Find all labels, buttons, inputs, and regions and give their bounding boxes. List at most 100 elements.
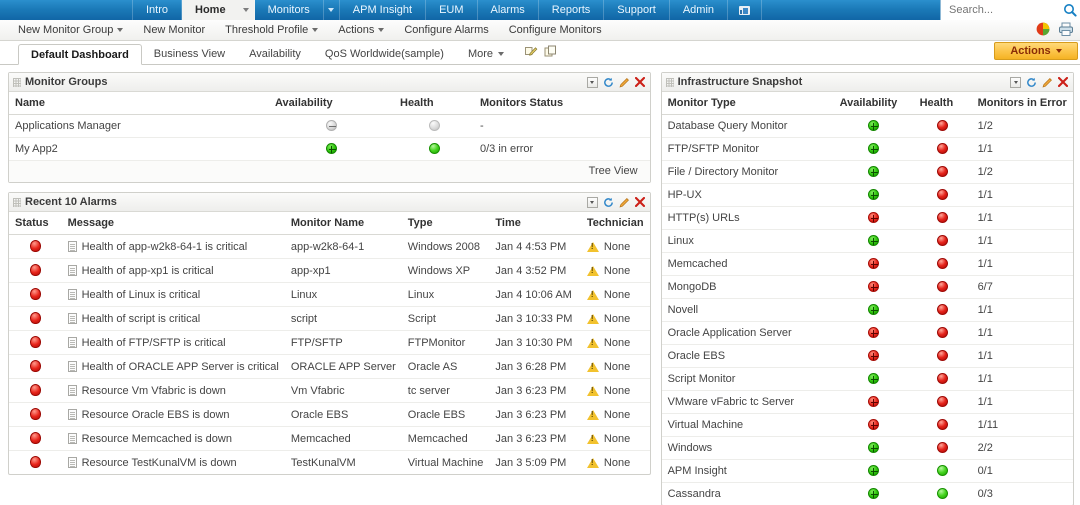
annotation-icon[interactable]: [68, 241, 77, 252]
annotation-icon[interactable]: [68, 289, 77, 300]
new-dashboard-icon[interactable]: [544, 45, 557, 61]
annotation-icon[interactable]: [68, 409, 77, 420]
monitor-type[interactable]: Cassandra: [662, 483, 834, 505]
monitor-type[interactable]: Windows: [662, 437, 834, 460]
table-row[interactable]: Health of Linux is criticalLinuxLinuxJan…: [9, 283, 650, 307]
annotation-icon[interactable]: [68, 361, 77, 372]
alarm-monitor-name[interactable]: app-w2k8-64-1: [285, 235, 402, 259]
drag-handle-icon[interactable]: [13, 198, 21, 207]
alarm-message[interactable]: Resource Memcached is down: [62, 427, 285, 451]
alarm-message[interactable]: Resource TestKunalVM is down: [62, 451, 285, 475]
search-input[interactable]: [947, 3, 1059, 17]
toolbar-item-actions[interactable]: Actions: [328, 20, 394, 41]
table-row[interactable]: Novell1/1: [662, 299, 1073, 322]
drag-handle-icon[interactable]: [666, 78, 674, 87]
table-row[interactable]: Resource TestKunalVM is downTestKunalVMV…: [9, 451, 650, 475]
tab-more[interactable]: More: [456, 44, 516, 64]
search-icon[interactable]: [1059, 0, 1080, 20]
table-row[interactable]: VMware vFabric tc Server1/1: [662, 391, 1073, 414]
toolbar-item-configure-alarms[interactable]: Configure Alarms: [394, 20, 498, 41]
alarm-monitor-name[interactable]: Oracle EBS: [285, 403, 402, 427]
edit-icon[interactable]: [1042, 77, 1053, 88]
monitor-type[interactable]: HTTP(s) URLs: [662, 207, 834, 230]
nav-item-reports[interactable]: Reports: [539, 0, 605, 20]
table-row[interactable]: Virtual Machine1/11: [662, 414, 1073, 437]
nav-item-support[interactable]: Support: [604, 0, 670, 20]
nav-caret-monitors[interactable]: [324, 0, 340, 20]
nav-item-monitors[interactable]: Monitors: [255, 0, 324, 20]
alarm-message[interactable]: Health of ORACLE APP Server is critical: [62, 355, 285, 379]
table-row[interactable]: Health of script is criticalscriptScript…: [9, 307, 650, 331]
table-row[interactable]: Health of app-w2k8-64-1 is criticalapp-w…: [9, 235, 650, 259]
table-row[interactable]: HP-UX1/1: [662, 184, 1073, 207]
alarm-monitor-name[interactable]: FTP/SFTP: [285, 331, 402, 355]
table-row[interactable]: Oracle EBS1/1: [662, 345, 1073, 368]
alarm-monitor-name[interactable]: Vm Vfabric: [285, 379, 402, 403]
table-row[interactable]: File / Directory Monitor1/2: [662, 161, 1073, 184]
monitor-type[interactable]: Linux: [662, 230, 834, 253]
table-row[interactable]: Resource Memcached is downMemcachedMemca…: [9, 427, 650, 451]
alarm-message[interactable]: Resource Oracle EBS is down: [62, 403, 285, 427]
collapse-icon[interactable]: [1010, 77, 1021, 88]
annotation-icon[interactable]: [68, 337, 77, 348]
alarm-message[interactable]: Resource Vm Vfabric is down: [62, 379, 285, 403]
alarm-monitor-name[interactable]: Linux: [285, 283, 402, 307]
table-row[interactable]: Windows2/2: [662, 437, 1073, 460]
table-row[interactable]: HTTP(s) URLs1/1: [662, 207, 1073, 230]
table-row[interactable]: FTP/SFTP Monitor1/1: [662, 138, 1073, 161]
toolbar-item-new-monitor-group[interactable]: New Monitor Group: [8, 20, 133, 41]
tree-view-link[interactable]: Tree View: [589, 165, 638, 177]
monitor-type[interactable]: Script Monitor: [662, 368, 834, 391]
table-row[interactable]: Database Query Monitor1/2: [662, 115, 1073, 138]
monitor-type[interactable]: APM Insight: [662, 460, 834, 483]
tab-availability[interactable]: Availability: [237, 44, 313, 64]
table-row[interactable]: Health of ORACLE APP Server is criticalO…: [9, 355, 650, 379]
monitor-type[interactable]: HP-UX: [662, 184, 834, 207]
alarm-monitor-name[interactable]: script: [285, 307, 402, 331]
table-row[interactable]: Resource Vm Vfabric is downVm Vfabrictc …: [9, 379, 650, 403]
nav-item-eum[interactable]: EUM: [426, 0, 477, 20]
pie-chart-icon[interactable]: [1035, 21, 1051, 40]
alarm-monitor-name[interactable]: TestKunalVM: [285, 451, 402, 475]
edit-icon[interactable]: [619, 77, 630, 88]
alarm-message[interactable]: Health of app-w2k8-64-1 is critical: [62, 235, 285, 259]
refresh-icon[interactable]: [603, 197, 614, 208]
nav-item-chart[interactable]: [728, 0, 762, 20]
monitor-type[interactable]: Oracle EBS: [662, 345, 834, 368]
monitor-type[interactable]: File / Directory Monitor: [662, 161, 834, 184]
table-row[interactable]: Linux1/1: [662, 230, 1073, 253]
refresh-icon[interactable]: [603, 77, 614, 88]
table-row[interactable]: Oracle Application Server1/1: [662, 322, 1073, 345]
toolbar-item-threshold-profile[interactable]: Threshold Profile: [215, 20, 328, 41]
table-row[interactable]: Health of FTP/SFTP is criticalFTP/SFTPFT…: [9, 331, 650, 355]
nav-item-home[interactable]: Home: [182, 0, 239, 20]
monitor-type[interactable]: Novell: [662, 299, 834, 322]
edit-icon[interactable]: [619, 197, 630, 208]
table-row[interactable]: Memcached1/1: [662, 253, 1073, 276]
toolbar-item-configure-monitors[interactable]: Configure Monitors: [499, 20, 612, 41]
alarm-message[interactable]: Health of app-xp1 is critical: [62, 259, 285, 283]
nav-item-apm-insight[interactable]: APM Insight: [340, 0, 426, 20]
alarm-message[interactable]: Health of script is critical: [62, 307, 285, 331]
toolbar-item-new-monitor[interactable]: New Monitor: [133, 20, 215, 41]
close-icon[interactable]: [635, 77, 645, 87]
monitor-type[interactable]: FTP/SFTP Monitor: [662, 138, 834, 161]
table-row[interactable]: APM Insight0/1: [662, 460, 1073, 483]
nav-item-admin[interactable]: Admin: [670, 0, 728, 20]
monitor-type[interactable]: Oracle Application Server: [662, 322, 834, 345]
table-row[interactable]: Script Monitor1/1: [662, 368, 1073, 391]
printer-icon[interactable]: [1058, 21, 1074, 40]
monitor-type[interactable]: Memcached: [662, 253, 834, 276]
alarm-message[interactable]: Health of FTP/SFTP is critical: [62, 331, 285, 355]
tab-default-dashboard[interactable]: Default Dashboard: [18, 44, 142, 65]
alarm-monitor-name[interactable]: app-xp1: [285, 259, 402, 283]
alarm-message[interactable]: Health of Linux is critical: [62, 283, 285, 307]
monitor-type[interactable]: VMware vFabric tc Server: [662, 391, 834, 414]
table-row[interactable]: My App20/3 in error: [9, 138, 650, 161]
table-row[interactable]: Applications Manager-: [9, 115, 650, 138]
drag-handle-icon[interactable]: [13, 78, 21, 87]
alarm-monitor-name[interactable]: Memcached: [285, 427, 402, 451]
annotation-icon[interactable]: [68, 385, 77, 396]
alarm-monitor-name[interactable]: ORACLE APP Server: [285, 355, 402, 379]
close-icon[interactable]: [1058, 77, 1068, 87]
